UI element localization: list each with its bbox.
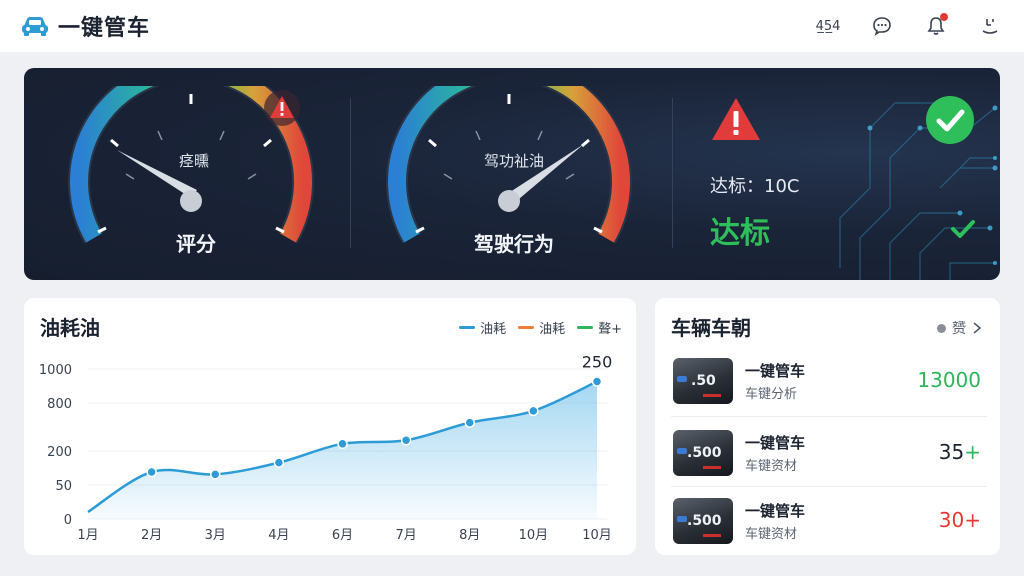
row-divider xyxy=(671,416,987,417)
score-gauge-label: 评分 xyxy=(176,232,216,256)
brand: 一键管车 xyxy=(20,10,150,42)
driving-gauge-inner-label: 驾功祉油 xyxy=(483,152,544,170)
vehicle-row[interactable]: .50 一键管车 车键分析 13000 xyxy=(671,356,987,416)
vehicles-more-button[interactable]: 赟 xyxy=(937,318,982,338)
vehicle-name: 一键管车 xyxy=(745,362,806,380)
x-tick-label: 7月 xyxy=(395,528,416,543)
vehicle-value-number: 35 xyxy=(938,440,965,464)
vehicle-name: 一键管车 xyxy=(745,502,806,520)
x-tick-label: 6月 xyxy=(332,528,353,543)
vehicle-value: 35+ xyxy=(939,440,981,464)
status-result: 达标 xyxy=(710,216,770,251)
y-tick-label: 1000 xyxy=(39,363,72,378)
app-title: 一键管车 xyxy=(58,16,151,41)
data-point xyxy=(210,469,221,480)
data-point xyxy=(464,417,475,428)
status-area: 达标：10C 达标 xyxy=(710,68,1000,280)
message-button[interactable] xyxy=(866,10,898,42)
vehicle-name: 一键管车 xyxy=(745,434,806,452)
row-divider xyxy=(671,486,987,487)
vehicles-more-label: 赟 xyxy=(952,321,966,337)
peak-label: 250 xyxy=(582,353,613,372)
y-tick-label: 200 xyxy=(47,445,72,460)
vehicle-subtitle: 车键分析 xyxy=(745,387,798,402)
vehicle-thumbnail-bar xyxy=(703,466,721,469)
score-gauge-inner-label: 痉曛 xyxy=(178,152,209,170)
x-tick-label: 3月 xyxy=(205,528,226,543)
notification-badge xyxy=(940,13,948,21)
x-tick-label: 2月 xyxy=(141,528,162,543)
vehicle-row[interactable]: .500 一键管车 车键资材 30+ xyxy=(671,496,987,556)
y-tick-label: 50 xyxy=(55,479,72,494)
vehicles-title: 车辆车朝 xyxy=(671,316,751,340)
car-icon xyxy=(22,17,48,36)
vehicle-thumbnail: .500 xyxy=(673,498,733,544)
alert-triangle-icon xyxy=(712,98,760,140)
vehicle-thumbnail-label: .50 xyxy=(691,373,716,389)
vehicle-subtitle: 车键资材 xyxy=(745,527,798,542)
y-tick-label: 800 xyxy=(47,397,72,412)
vehicle-value: 30+ xyxy=(938,508,981,532)
vehicle-subtitle: 车键资材 xyxy=(745,459,798,474)
data-point xyxy=(337,438,348,450)
profile-button[interactable] xyxy=(974,10,1006,42)
check-icon xyxy=(951,220,975,238)
driving-gauge-label: 驾驶行为 xyxy=(474,232,554,256)
fuel-chart: 0 50 200 800 1000 1月 2月 3月 4月 6月 7月 8月 10月 10月 250 xyxy=(39,353,613,543)
data-point xyxy=(146,466,157,478)
vehicle-value-plus: + xyxy=(964,440,981,464)
vehicle-thumbnail-bar xyxy=(703,394,721,397)
panel-divider xyxy=(350,98,351,248)
scan-button[interactable]: 4̲5̲4 xyxy=(812,10,844,42)
status-line: 达标：10C xyxy=(710,176,800,197)
x-tick-label: 8月 xyxy=(459,528,480,543)
fuel-chart-card: 油耗油 油耗 油耗 聱+ 0 50 200 800 1000 1月 2月 3月 4月 6月 7月 8月… xyxy=(24,298,636,555)
dot-icon xyxy=(937,323,946,333)
vehicle-thumbnail-lamp xyxy=(677,376,687,382)
series-area xyxy=(88,381,597,519)
vehicle-thumbnail-label: .500 xyxy=(687,445,722,461)
y-tick-label: 0 xyxy=(64,513,72,528)
data-point xyxy=(528,405,539,417)
notification-button[interactable] xyxy=(920,10,952,42)
x-tick-label: 4月 xyxy=(268,528,289,543)
vehicle-value: 13000 xyxy=(917,368,981,392)
vehicle-thumbnail: .50 xyxy=(673,358,733,404)
top-bar: 一键管车 4̲5̲4 xyxy=(0,0,1024,52)
vehicle-thumbnail-label: .500 xyxy=(687,513,722,529)
check-circle-icon xyxy=(926,96,974,144)
x-tick-label: 10月 xyxy=(582,528,612,543)
vehicle-thumbnail-lamp xyxy=(677,516,687,522)
x-tick-label: 10月 xyxy=(519,528,549,543)
x-tick-label: 1月 xyxy=(77,528,98,543)
warning-icon xyxy=(264,90,300,126)
data-point xyxy=(591,376,603,387)
vehicles-card: 车辆车朝 赟 .50 一键管车 车键分析 13000 .500 一键管车 车键资… xyxy=(655,298,1000,555)
data-point xyxy=(273,457,285,468)
vehicle-thumbnail-bar xyxy=(703,534,721,537)
panel-divider xyxy=(672,98,673,248)
vehicle-thumbnail: .500 xyxy=(673,430,733,476)
chat-bubble-icon xyxy=(873,17,891,36)
vehicle-thumbnail-lamp xyxy=(677,448,687,454)
data-point xyxy=(400,435,412,446)
dashboard-panel: 痉曛 评分 驾功祉油 驾驶行为 达标：10C 达标 xyxy=(24,68,1000,280)
user-icon xyxy=(982,19,998,34)
chevron-right-icon xyxy=(973,322,982,334)
vehicle-row[interactable]: .500 一键管车 车键资材 35+ xyxy=(671,428,987,488)
